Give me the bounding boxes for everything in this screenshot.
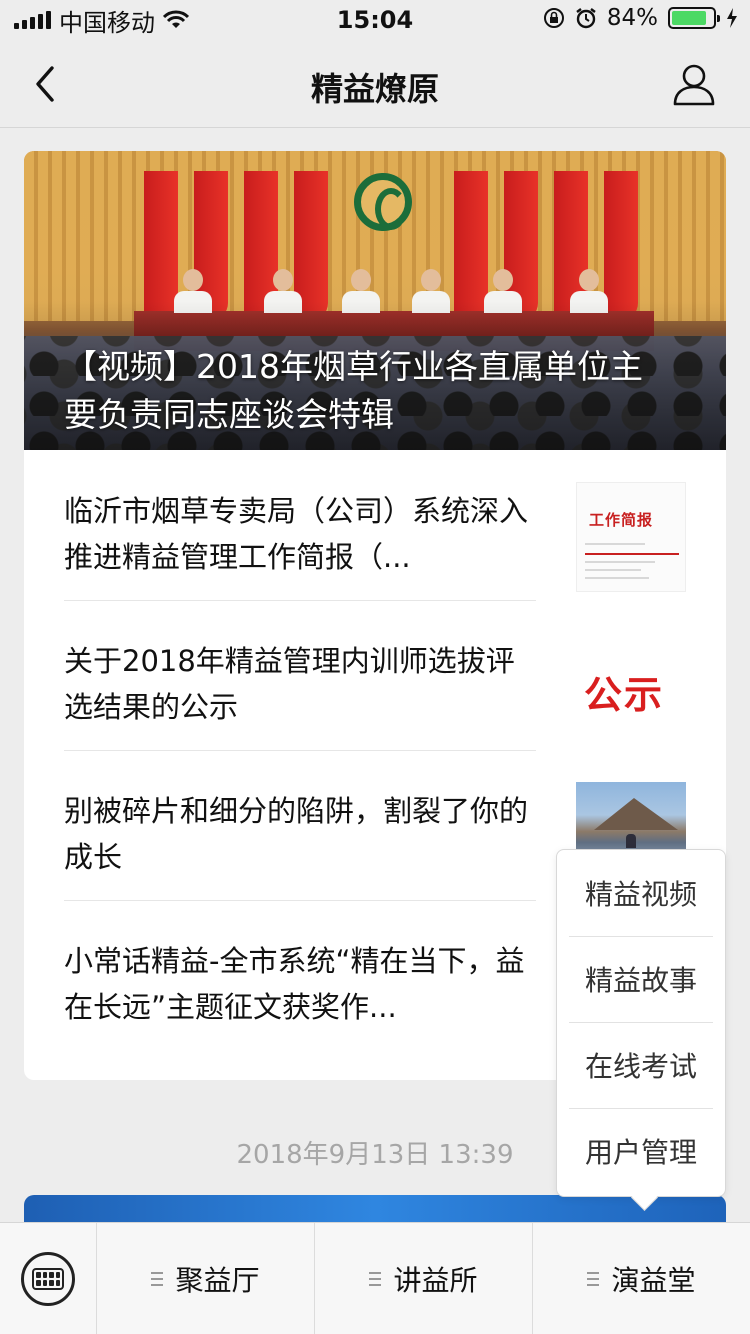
- article-thumbnail: 工作简报: [576, 482, 686, 592]
- menu-tab-label: 演益堂: [611, 1264, 696, 1297]
- article-title: 别被碎片和细分的陷阱，割裂了你的成长: [64, 794, 529, 874]
- alarm-icon: [576, 8, 596, 29]
- menu-tab-label: 讲益所: [393, 1264, 478, 1297]
- article-title: 临沂市烟草专卖局（公司）系统深入推进精益管理工作简报（...: [64, 494, 529, 574]
- navigation-bar: 精益燎原: [0, 40, 750, 128]
- charging-icon: [727, 8, 737, 28]
- submenu-item-videos[interactable]: 精益视频: [557, 850, 725, 936]
- bottom-menu: 聚益厅 讲益所 演益堂: [0, 1222, 750, 1334]
- menu-tab-juyi[interactable]: 聚益厅: [97, 1223, 314, 1334]
- battery-percent: 84%: [606, 5, 658, 31]
- submenu-item-online-exam[interactable]: 在线考试: [557, 1022, 725, 1108]
- menu-tab-jiangyi[interactable]: 讲益所: [314, 1223, 532, 1334]
- keyboard-icon: [21, 1252, 75, 1306]
- emblem-logo: [354, 173, 412, 231]
- submenu-item-user-management[interactable]: 用户管理: [557, 1108, 725, 1194]
- article-thumbnail: 公示: [576, 632, 686, 742]
- keyboard-toggle-button[interactable]: [0, 1223, 97, 1334]
- featured-title: 【视频】2018年烟草行业各直属单位主要负责同志座谈会特辑: [64, 347, 643, 434]
- battery-icon: [668, 7, 720, 29]
- list-item[interactable]: 临沂市烟草专卖局（公司）系统深入推进精益管理工作简报（... 工作简报: [24, 450, 726, 600]
- status-bar: 中国移动 15:04 84%: [0, 0, 750, 40]
- menu-tab-yanyi[interactable]: 演益堂: [532, 1223, 750, 1334]
- submenu-item-stories[interactable]: 精益故事: [557, 936, 725, 1022]
- list-item[interactable]: 关于2018年精益管理内训师选拔评选结果的公示 公示: [24, 600, 726, 750]
- user-profile-icon[interactable]: [672, 62, 716, 106]
- next-article-card[interactable]: [24, 1195, 726, 1225]
- article-title: 关于2018年精益管理内训师选拔评选结果的公示: [64, 644, 515, 724]
- page-title: 精益燎原: [310, 70, 439, 108]
- submenu-popup: 精益视频 精益故事 在线考试 用户管理: [556, 849, 726, 1197]
- menu-list-icon: [151, 1272, 164, 1286]
- menu-tab-label: 聚益厅: [175, 1264, 260, 1297]
- article-title: 小常话精益-全市系统“精在当下，益在长远”主题征文获奖作...: [64, 944, 525, 1024]
- menu-list-icon: [587, 1272, 600, 1286]
- featured-article[interactable]: 【视频】2018年烟草行业各直属单位主要负责同志座谈会特辑: [24, 151, 726, 450]
- menu-list-icon: [369, 1272, 382, 1286]
- rotation-lock-icon: [543, 8, 564, 28]
